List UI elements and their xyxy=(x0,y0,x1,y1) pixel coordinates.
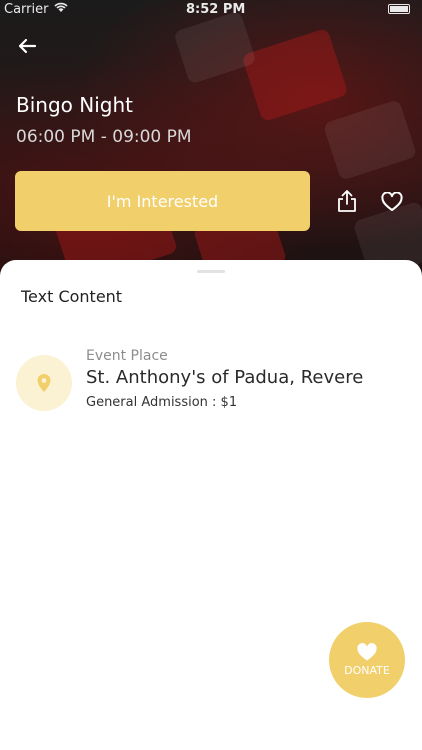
battery-icon xyxy=(388,4,410,14)
share-button[interactable] xyxy=(334,187,360,215)
share-icon xyxy=(338,190,356,212)
location-pin-icon xyxy=(37,374,51,392)
donate-button[interactable]: DONATE xyxy=(329,622,405,698)
status-time: 8:52 PM xyxy=(186,2,246,17)
interested-button[interactable]: I'm Interested xyxy=(15,171,310,231)
event-place-name: St. Anthony's of Padua, Revere xyxy=(86,367,364,388)
arrow-left-icon xyxy=(18,38,37,54)
back-button[interactable] xyxy=(14,34,40,58)
heart-outline-icon xyxy=(381,192,403,211)
section-title: Text Content xyxy=(21,287,123,306)
bingo-tile xyxy=(173,10,257,85)
location-badge xyxy=(16,355,72,411)
event-place-label: Event Place xyxy=(86,348,168,364)
admission-text: General Admission : $1 xyxy=(86,395,238,410)
event-time: 06:00 PM - 09:00 PM xyxy=(16,127,192,147)
heart-filled-icon xyxy=(357,643,377,661)
bingo-tile xyxy=(322,99,418,181)
bingo-tile xyxy=(241,27,349,123)
favorite-button[interactable] xyxy=(379,189,405,215)
carrier-label: Carrier xyxy=(4,2,49,17)
event-title: Bingo Night xyxy=(16,93,133,117)
sheet-grabber[interactable] xyxy=(197,270,225,273)
status-bar: Carrier 8:52 PM xyxy=(0,0,422,20)
donate-label: DONATE xyxy=(344,664,390,677)
wifi-icon xyxy=(54,2,68,16)
